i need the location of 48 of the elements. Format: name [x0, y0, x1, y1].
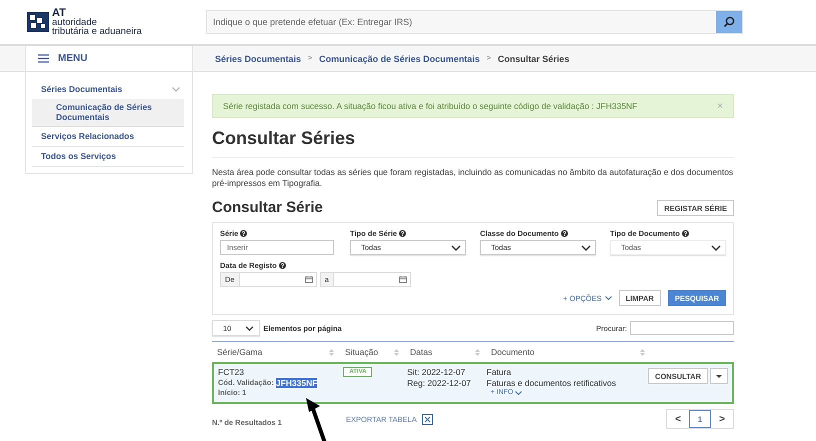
help-icon: [560, 230, 568, 237]
chevron-icon: [604, 296, 612, 300]
series-name: FCT23: [218, 367, 245, 378]
breadcrumb-item[interactable]: Comunicação de Séries Documentais: [319, 54, 480, 64]
sort-icon: [329, 348, 334, 356]
menu-item[interactable]: Serviços Relacionados: [32, 127, 184, 147]
sort-icon: [475, 348, 480, 356]
spreadsheet-icon: [422, 414, 433, 424]
menu-button[interactable]: MENU: [25, 46, 193, 71]
breadcrumb-item[interactable]: Séries Documentais: [215, 54, 302, 64]
chevron-icon: [711, 244, 721, 250]
chevron-icon: [451, 244, 461, 250]
submenu-item[interactable]: Comunicação de Séries Documentais: [32, 99, 184, 127]
page-title: Consultar Séries: [212, 128, 356, 149]
chevron-icon: [245, 326, 254, 330]
column-header[interactable]: Documento: [486, 347, 651, 357]
menu-item[interactable]: Séries Documentais: [32, 80, 184, 99]
table-search-field[interactable]: [630, 321, 734, 335]
register-date: Reg: 2022-12-07: [407, 378, 472, 389]
sort-icon: [640, 348, 645, 356]
column-header[interactable]: Situação: [340, 347, 405, 357]
page-button[interactable]: 1: [689, 410, 711, 428]
document-type: Fatura: [486, 367, 512, 378]
menu-icon: [38, 54, 49, 63]
column-header[interactable]: Série/Gama: [212, 347, 340, 357]
dropdown-button[interactable]: [710, 368, 728, 384]
caret-icon: [716, 374, 722, 378]
intro-text: Nesta área pode consultar todas as séries que foram registadas, incluindo as comunicadas no âmbito da autofaturação e dos documentos pré-impressos em Tipografia.: [212, 167, 734, 189]
help-icon: [398, 230, 406, 237]
logo-subtitle: tributária e aduaneira: [52, 26, 142, 36]
help-icon: [682, 230, 689, 237]
logo-subtitle: autoridade: [52, 18, 98, 26]
sort-icon: [394, 348, 399, 356]
help-icon: [278, 262, 286, 269]
calendar-icon: [398, 276, 407, 283]
chevron-icon: [581, 244, 591, 250]
logo-title: AT: [52, 8, 66, 18]
chevron-icon: [515, 390, 522, 394]
menu-item[interactable]: Todos os Serviços: [32, 147, 184, 167]
section-title: Consultar Série: [212, 199, 323, 216]
document-description: Faturas e documentos retificativos: [486, 378, 617, 389]
chevron-icon: [172, 86, 180, 92]
column-header[interactable]: Datas: [405, 347, 486, 357]
alert-message: Série registada com sucesso. A situação ficou ativa e foi atribuído o seguinte código de validação : JFH335NF: [223, 101, 638, 111]
status-date: Sit: 2022-12-07: [407, 367, 466, 378]
help-icon: [240, 230, 248, 237]
breadcrumb-item[interactable]: Consultar Séries: [498, 54, 570, 64]
calendar-icon: [304, 276, 313, 283]
